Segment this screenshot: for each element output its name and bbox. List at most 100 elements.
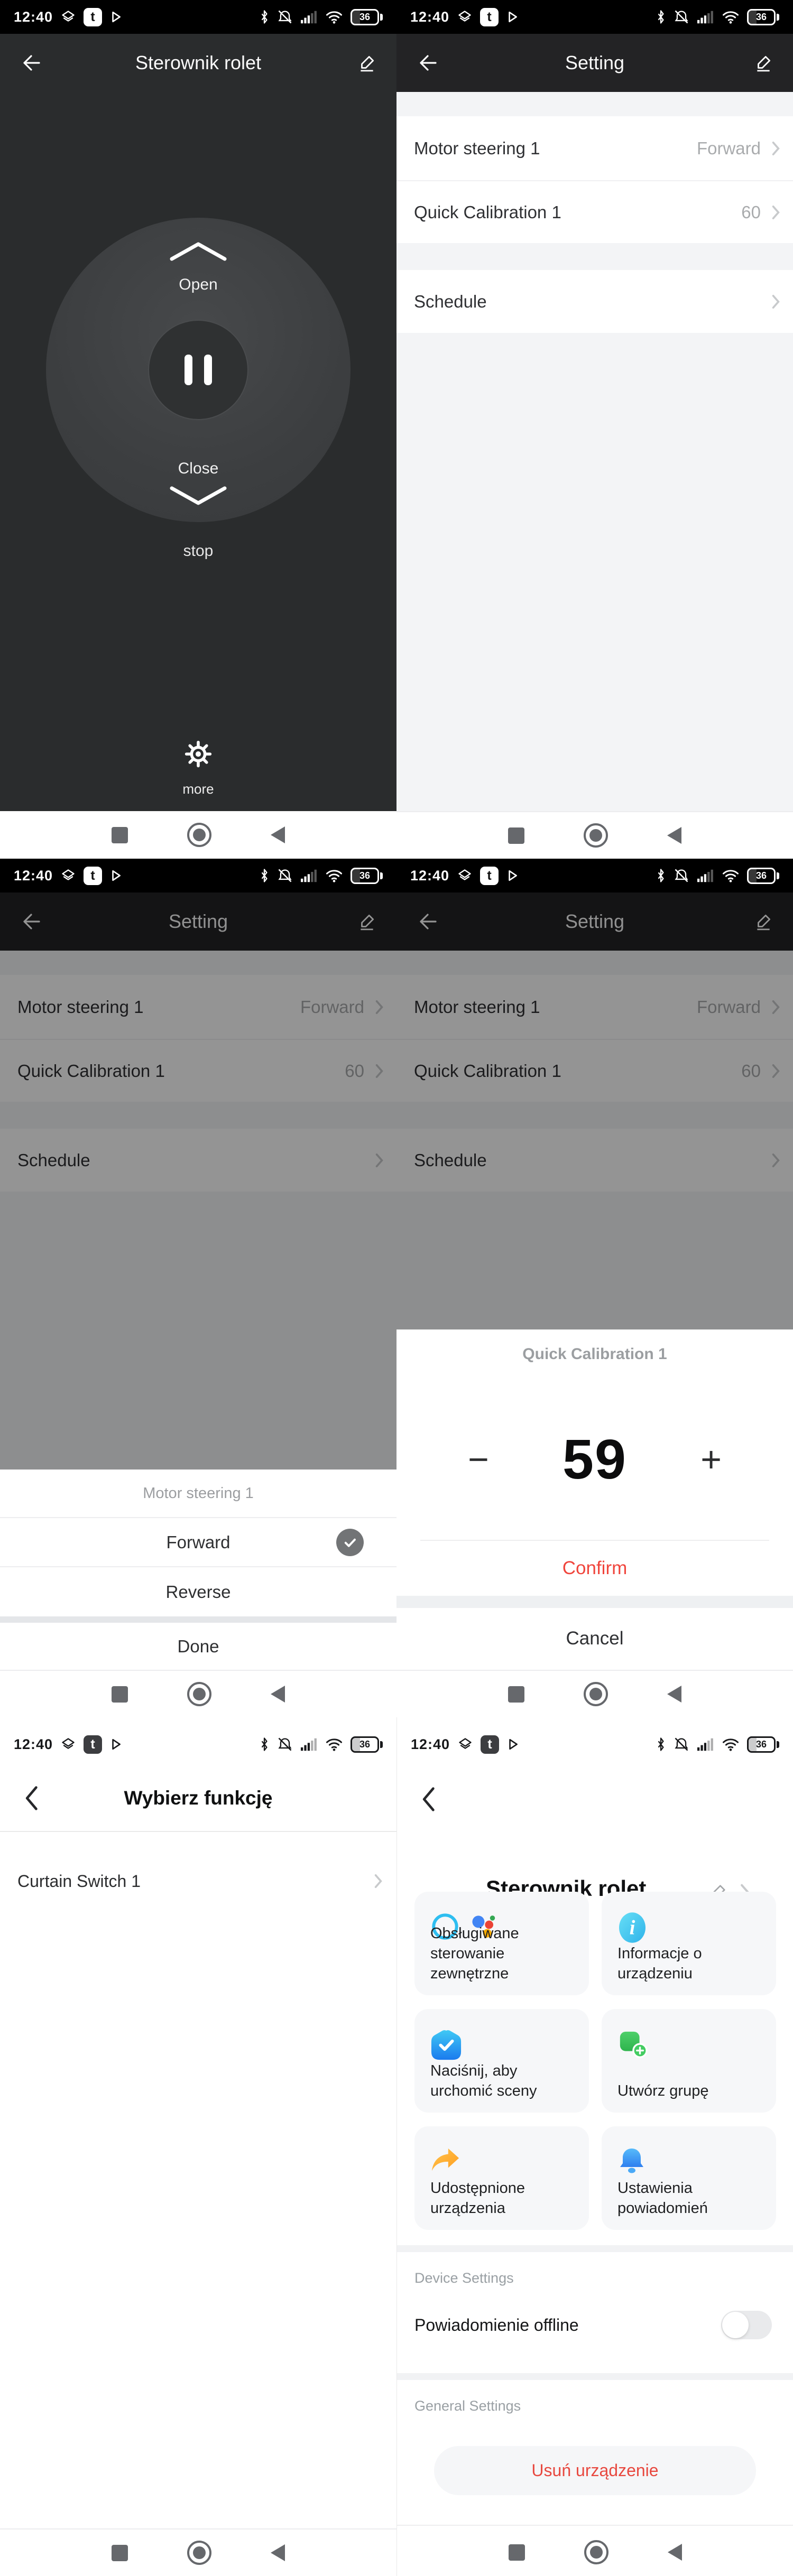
setting-row-motor-steering[interactable]: Motor steering 1 Forward (396, 116, 793, 180)
page-title: Wybierz funkcję (0, 1787, 396, 1809)
status-bar: 12:40 t 36 (396, 859, 793, 892)
card-create-group[interactable]: Utwórz grupę (602, 2009, 776, 2113)
wifi-icon (722, 11, 739, 24)
gear-icon[interactable] (183, 739, 214, 769)
back-arrow-icon[interactable] (417, 52, 439, 74)
sheet-title: Motor steering 1 (0, 1470, 396, 1518)
card-tap-to-run-scenes[interactable]: Naciśnij, aby urchomić sceny (414, 2009, 589, 2113)
cancel-button[interactable]: Cancel (396, 1608, 793, 1669)
row-label: Powiadomienie offline (414, 2315, 721, 2335)
home-button[interactable] (187, 823, 211, 847)
card-notification-settings[interactable]: Ustawienia powiadomień (602, 2126, 776, 2230)
title-bar: Setting (396, 34, 793, 92)
svg-text:i: i (630, 1917, 635, 1939)
section-separator (397, 2245, 793, 2252)
card-external-control[interactable]: Obsługiwane sterowanie zewnętrzne (414, 1892, 589, 1995)
back-button[interactable] (271, 1686, 285, 1703)
status-time: 12:40 (14, 1736, 53, 1753)
row-label: Schedule (414, 292, 761, 312)
more-button[interactable]: more (0, 781, 396, 797)
close-button[interactable]: Close (0, 460, 396, 478)
function-row-curtain-switch[interactable]: Curtain Switch 1 (0, 1844, 396, 1918)
play-icon (110, 11, 122, 23)
card-device-information[interactable]: i Informacje o urządzeniu (602, 1892, 776, 1995)
row-label: Curtain Switch 1 (17, 1872, 374, 1891)
increment-button[interactable]: + (700, 1442, 722, 1477)
pause-button[interactable] (148, 320, 248, 420)
screen-setting-quick-calibration-sheet: 12:40 t 36 Setting Motor steering 1 Forw… (396, 859, 793, 1717)
wifi-icon (326, 11, 343, 24)
back-chevron-icon[interactable] (21, 1785, 41, 1811)
recents-button[interactable] (508, 1686, 524, 1703)
option-reverse[interactable]: Reverse (0, 1567, 396, 1616)
close-chevron-icon[interactable] (167, 485, 230, 508)
notification-bell-icon (617, 2146, 646, 2176)
home-icon (193, 829, 206, 841)
offline-notification-toggle[interactable] (721, 2311, 772, 2339)
screen-function-picker: 12:40 t 36 Wybierz funkcję Curtain Switc… (0, 1717, 396, 2576)
recents-button[interactable] (508, 827, 524, 844)
play-icon (507, 1738, 519, 1751)
screen-device-settings: 12:40 t 36 Sterownik rolet Obsługiwane s… (396, 1717, 793, 2576)
open-button[interactable]: Open (0, 276, 396, 294)
device-option-cards: Obsługiwane sterowanie zewnętrzne i Info… (414, 1892, 776, 2230)
decrement-button[interactable]: − (468, 1442, 489, 1477)
back-button[interactable] (667, 827, 681, 844)
setting-row-quick-calibration[interactable]: Quick Calibration 1 60 (396, 180, 793, 243)
layers-icon (61, 10, 76, 24)
status-bar: 12:40 t 36 (0, 1717, 396, 1765)
confirm-button[interactable]: Confirm (396, 1541, 793, 1596)
wifi-icon (326, 869, 343, 882)
offline-notification-row: Powiadomienie offline (397, 2296, 793, 2354)
notifications-off-icon (277, 868, 293, 883)
home-button[interactable] (187, 2541, 211, 2565)
home-button[interactable] (584, 823, 608, 848)
recents-button[interactable] (112, 2545, 128, 2561)
status-bar: 12:40 t 36 (0, 0, 396, 34)
pause-icon (204, 355, 212, 385)
messaging-app-icon: t (84, 1735, 102, 1754)
general-settings-section-label: General Settings (414, 2398, 521, 2414)
home-button[interactable] (584, 1682, 608, 1706)
battery-icon: 36 (747, 9, 779, 25)
done-button[interactable]: Done (0, 1623, 396, 1670)
card-shared-devices[interactable]: Udostępnione urządzenia (414, 2126, 589, 2230)
home-icon (193, 2546, 206, 2559)
card-label: Udostępnione urządzenia (430, 2178, 580, 2218)
status-bar: 12:40 t 36 (396, 0, 793, 34)
back-button[interactable] (668, 2544, 682, 2561)
card-label: Utwórz grupę (617, 2081, 768, 2101)
screen-setting-motor-steering-sheet: 12:40 t 36 Setting Motor steering 1 Forw… (0, 859, 396, 1717)
calibration-stepper: − 59 + (396, 1379, 793, 1540)
play-icon (110, 1738, 122, 1751)
modal-scrim[interactable] (0, 859, 396, 1470)
back-chevron-icon[interactable] (418, 1786, 438, 1812)
edit-pencil-icon[interactable] (357, 53, 376, 72)
chevron-right-icon (374, 1874, 383, 1889)
messaging-app-icon: t (481, 1735, 499, 1754)
android-nav-bar (396, 811, 793, 859)
status-time: 12:40 (411, 1736, 450, 1753)
back-arrow-icon[interactable] (20, 52, 42, 74)
back-button[interactable] (271, 826, 285, 843)
back-button[interactable] (667, 1686, 681, 1703)
recents-button[interactable] (112, 1686, 128, 1703)
modal-scrim[interactable] (396, 859, 793, 1329)
open-chevron-icon[interactable] (167, 239, 230, 262)
remove-device-button[interactable]: Usuń urządzenie (434, 2446, 756, 2495)
signal-icon (301, 11, 318, 24)
recents-button[interactable] (509, 2544, 525, 2561)
home-icon (589, 829, 602, 842)
status-time: 12:40 (410, 9, 449, 25)
option-label: Forward (166, 1532, 230, 1552)
option-forward[interactable]: Forward (0, 1518, 396, 1567)
stop-button[interactable]: stop (0, 542, 396, 560)
edit-pencil-icon[interactable] (754, 53, 773, 72)
recents-button[interactable] (112, 827, 128, 843)
back-button[interactable] (271, 2544, 285, 2561)
setting-row-schedule[interactable]: Schedule (396, 270, 793, 333)
home-button[interactable] (187, 1682, 211, 1706)
home-button[interactable] (584, 2540, 608, 2564)
option-label: Reverse (166, 1582, 231, 1602)
card-label: Informacje o urządzeniu (617, 1943, 768, 1984)
